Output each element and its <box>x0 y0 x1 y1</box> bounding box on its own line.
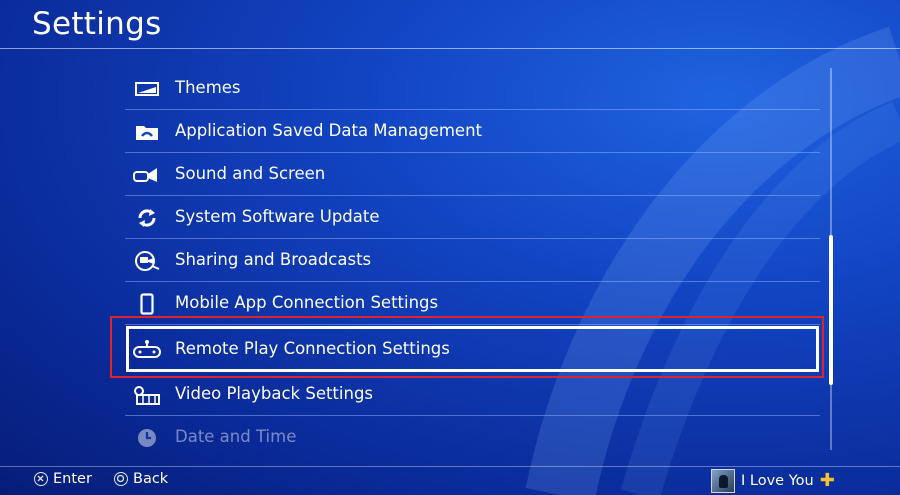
menu-item-label: Date and Time <box>175 427 297 446</box>
menu-item-label: Video Playback Settings <box>175 384 374 403</box>
menu-item-themes[interactable]: Themes <box>125 67 820 110</box>
update-icon <box>133 207 161 229</box>
circle-button-icon <box>114 472 128 486</box>
header-divider <box>0 48 900 49</box>
back-label: Back <box>133 471 169 487</box>
mobile-icon <box>133 293 161 315</box>
footer-divider <box>0 466 900 467</box>
cross-button-icon <box>34 472 48 486</box>
avatar <box>711 469 735 493</box>
themes-icon <box>133 78 161 100</box>
menu-item-video-playback[interactable]: Video Playback Settings <box>125 373 820 416</box>
clock-icon <box>133 427 161 449</box>
menu-item-label: Sound and Screen <box>175 164 326 183</box>
plus-icon: ✚ <box>819 470 835 491</box>
page-title: Settings <box>32 6 162 42</box>
menu-item-label: Sharing and Broadcasts <box>175 250 372 269</box>
menu-item-sound-screen[interactable]: Sound and Screen <box>125 153 820 196</box>
menu-item-date-time[interactable]: Date and Time <box>125 416 820 459</box>
saved-data-icon <box>133 121 161 143</box>
menu-item-label: Mobile App Connection Settings <box>175 293 439 312</box>
menu-item-label: Application Saved Data Management <box>175 121 482 140</box>
enter-label: Enter <box>53 471 92 487</box>
enter-hint[interactable]: Enter <box>34 471 92 487</box>
back-hint[interactable]: Back <box>114 471 168 487</box>
menu-item-sharing[interactable]: Sharing and Broadcasts <box>125 239 820 282</box>
menu-item-system-update[interactable]: System Software Update <box>125 196 820 239</box>
sharing-icon <box>133 250 161 272</box>
menu-item-label: System Software Update <box>175 207 380 226</box>
video-playback-icon <box>133 384 161 406</box>
menu-item-label: Themes <box>175 78 241 97</box>
sound-screen-icon <box>133 164 161 186</box>
username: I Love You <box>741 473 814 489</box>
scrollbar-thumb[interactable] <box>829 235 833 385</box>
header: Settings <box>0 0 900 50</box>
user-profile[interactable]: I Love You ✚ <box>711 469 835 493</box>
menu-item-saved-data[interactable]: Application Saved Data Management <box>125 110 820 153</box>
highlight-box <box>110 316 824 378</box>
